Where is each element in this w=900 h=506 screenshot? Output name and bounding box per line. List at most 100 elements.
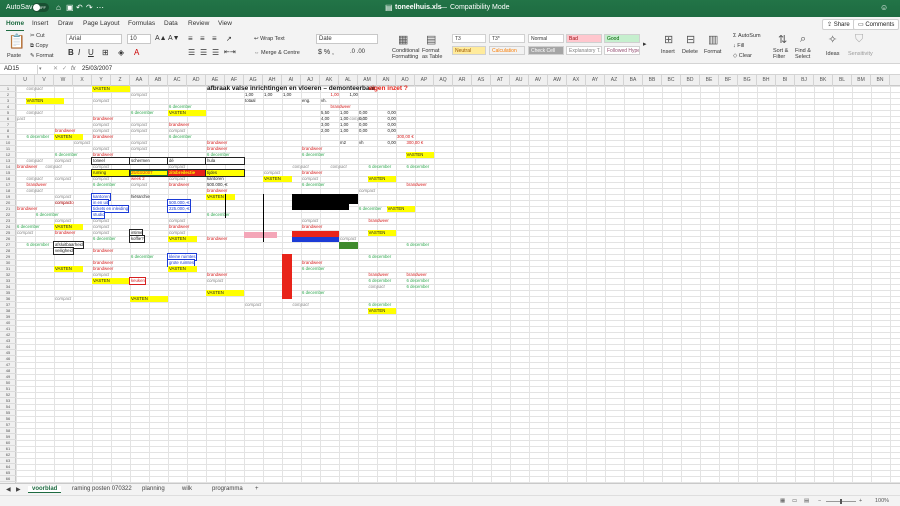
- cell-value[interactable]: VASTEN: [168, 266, 197, 272]
- cell-value[interactable]: VASTEN: [367, 230, 396, 236]
- style-check-cell[interactable]: Check Cell: [528, 46, 564, 55]
- cell-value[interactable]: 1,00: [330, 92, 339, 98]
- column-header[interactable]: BH: [757, 75, 776, 86]
- page-break-view-icon[interactable]: ▤: [804, 498, 809, 504]
- cell-value[interactable]: VASTEN: [263, 176, 292, 182]
- tab-formulas[interactable]: Formulas: [128, 20, 155, 27]
- name-box-dropdown-icon[interactable]: ▾: [39, 65, 42, 74]
- sort-filter-icon[interactable]: ⇅: [778, 33, 787, 46]
- fx-icon[interactable]: fx: [71, 65, 76, 74]
- cell-value[interactable]: compact: [92, 98, 109, 104]
- wrap-text-button[interactable]: ↩ Wrap Text: [254, 36, 285, 42]
- column-header[interactable]: U: [16, 75, 35, 86]
- tab-review[interactable]: Review: [188, 20, 209, 27]
- column-header[interactable]: X: [73, 75, 92, 86]
- column-header[interactable]: BG: [738, 75, 757, 86]
- cell-value[interactable]: brandweer: [54, 230, 75, 236]
- comments-button[interactable]: ▭ Comments: [853, 19, 900, 30]
- column-header[interactable]: AX: [567, 75, 586, 86]
- cell-value[interactable]: compact: [368, 284, 385, 290]
- autosum-button[interactable]: Σ AutoSum: [733, 33, 761, 39]
- tab-insert[interactable]: Insert: [32, 20, 48, 27]
- normal-view-icon[interactable]: ▦: [780, 498, 785, 504]
- copy-button[interactable]: ⧉ Copy: [30, 43, 48, 50]
- column-header[interactable]: AW: [548, 75, 567, 86]
- format-table-label[interactable]: Format as Table: [422, 48, 444, 60]
- sheet-tab-voorblad[interactable]: voorblad: [28, 486, 62, 493]
- find-select-label[interactable]: Find & Select: [795, 48, 817, 60]
- sensitivity-label[interactable]: Sensitivity: [848, 51, 873, 57]
- column-header[interactable]: BC: [662, 75, 681, 86]
- zoom-out-icon[interactable]: −: [818, 498, 821, 504]
- conditional-format-icon[interactable]: ▦: [398, 33, 408, 46]
- cell-value[interactable]: VASTEN: [206, 194, 235, 200]
- cell-value[interactable]: vh: [358, 140, 364, 146]
- underline-icon[interactable]: U: [88, 48, 94, 57]
- cell-value[interactable]: VASTEN: [92, 86, 130, 92]
- style-t3[interactable]: T3: [452, 34, 486, 43]
- cell-value[interactable]: compact: [292, 302, 309, 308]
- orientation-icon[interactable]: ↗: [226, 35, 232, 43]
- column-header[interactable]: AR: [453, 75, 472, 86]
- cell-value[interactable]: 6 december: [358, 206, 382, 212]
- column-header[interactable]: AV: [529, 75, 548, 86]
- cell-value[interactable]: 6 december: [301, 290, 325, 296]
- italic-icon[interactable]: I: [78, 48, 80, 57]
- cell-value[interactable]: 2,00: [320, 128, 329, 134]
- tab-data[interactable]: Data: [164, 20, 178, 27]
- cell-value[interactable]: compact: [26, 188, 43, 194]
- cell-value[interactable]: compact: [206, 278, 223, 284]
- format-table-icon[interactable]: ▤: [426, 33, 436, 46]
- cell-value[interactable]: brandweer: [206, 236, 227, 242]
- cell-value[interactable]: 6 december: [368, 254, 392, 260]
- cell-value[interactable]: brandweer: [16, 164, 37, 170]
- cell-value[interactable]: brandweer: [92, 134, 113, 140]
- ideas-icon[interactable]: ✧: [828, 33, 837, 46]
- delete-cells-icon[interactable]: ⊟: [686, 33, 695, 46]
- column-header[interactable]: BI: [776, 75, 795, 86]
- cell-value[interactable]: vh.: [320, 98, 327, 104]
- style-normal[interactable]: Normal: [528, 34, 564, 43]
- sheet-tab-planning[interactable]: planning: [142, 486, 165, 492]
- fill-button[interactable]: ↓ Fill: [733, 43, 744, 49]
- cell-value[interactable]: schermen: [129, 157, 169, 165]
- cell-value[interactable]: compact: [130, 182, 147, 188]
- cell-value[interactable]: 6 december: [206, 212, 230, 218]
- bold-icon[interactable]: B: [68, 48, 74, 57]
- column-header[interactable]: AY: [586, 75, 605, 86]
- column-header[interactable]: AP: [415, 75, 434, 86]
- column-header[interactable]: BD: [681, 75, 700, 86]
- cell-value[interactable]: compact: [330, 164, 347, 170]
- cell-value[interactable]: brandweer: [168, 182, 189, 188]
- column-header[interactable]: AZ: [605, 75, 624, 86]
- cell-value[interactable]: keuken: [129, 277, 146, 285]
- cell-value[interactable]: VASTEN: [25, 98, 64, 104]
- cell-value[interactable]: compact: [358, 188, 375, 194]
- cell-value[interactable]: 6 december: [92, 236, 116, 242]
- cell-value[interactable]: VASTEN: [386, 206, 415, 212]
- cell-value[interactable]: 6 december: [92, 182, 116, 188]
- redo-icon[interactable]: ↷: [86, 3, 93, 12]
- column-header[interactable]: BK: [814, 75, 833, 86]
- column-header[interactable]: BJ: [795, 75, 814, 86]
- tab-home[interactable]: Home: [6, 20, 25, 32]
- cell-value[interactable]: brandweer: [92, 248, 113, 254]
- cell-value[interactable]: 6 december: [26, 134, 50, 140]
- cell-value[interactable]: compact: [54, 176, 71, 182]
- insert-cells-label[interactable]: Insert: [661, 49, 675, 55]
- borders-icon[interactable]: ⊞: [102, 48, 109, 57]
- formula-cancel-icon[interactable]: ✕: [53, 65, 58, 74]
- cell-value[interactable]: 1,00: [349, 92, 358, 98]
- align-center-icon[interactable]: ☰: [200, 48, 207, 57]
- prev-sheet-icon[interactable]: ◀: [6, 486, 11, 493]
- style-neutral[interactable]: Neutral: [452, 46, 486, 55]
- cell-value[interactable]: VASTEN: [367, 308, 396, 314]
- style-explanatory[interactable]: Explanatory T...: [566, 46, 602, 55]
- formula-input[interactable]: 25/03/2007: [82, 65, 112, 74]
- align-middle-icon[interactable]: ≡: [200, 34, 205, 43]
- cell-value[interactable]: VASTEN: [367, 176, 396, 182]
- next-sheet-icon[interactable]: ▶: [16, 486, 21, 493]
- column-header[interactable]: AB: [149, 75, 168, 86]
- cell-value[interactable]: 225.000,-€: [167, 205, 191, 213]
- fill-color-icon[interactable]: ◈: [118, 48, 124, 57]
